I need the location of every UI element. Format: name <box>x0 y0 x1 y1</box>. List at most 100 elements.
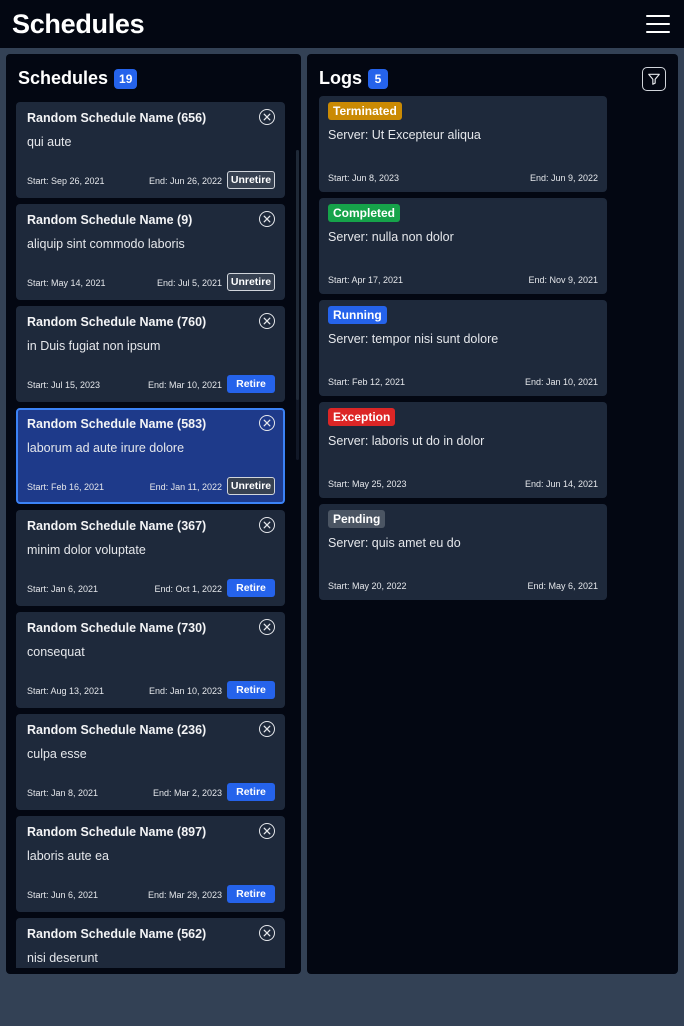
log-server: Server: quis amet eu do <box>328 536 461 550</box>
remove-schedule-icon[interactable] <box>259 517 275 533</box>
schedule-start-date: Start: Jun 6, 2021 <box>27 890 99 900</box>
retire-button[interactable]: Retire <box>227 375 275 393</box>
status-badge: Exception <box>328 408 396 426</box>
remove-schedule-icon[interactable] <box>259 925 275 941</box>
schedule-end-date: End: Mar 2, 2023 <box>152 788 222 798</box>
log-end-date: End: Jan 10, 2021 <box>524 377 598 387</box>
retire-button[interactable]: Retire <box>227 579 275 597</box>
schedule-description: minim dolor voluptate <box>27 543 146 557</box>
log-card[interactable]: Terminated Server: Ut Excepteur aliqua Sta… <box>319 96 607 192</box>
schedule-name: Random Schedule Name (562) <box>27 927 207 941</box>
retire-button[interactable]: Retire <box>227 885 275 903</box>
log-end-date: End: Jun 9, 2022 <box>529 173 598 183</box>
unretire-button[interactable]: Unretire <box>227 171 275 189</box>
unretire-button[interactable]: Unretire <box>227 273 275 291</box>
status-badge: Terminated <box>328 102 402 120</box>
schedule-card[interactable]: Random Schedule Name (760) in Duis fugiat… <box>16 306 285 402</box>
schedule-card[interactable]: Random Schedule Name (730) consequat Start… <box>16 612 285 708</box>
x-icon <box>263 725 271 733</box>
schedule-start-date: Start: Jul 15, 2023 <box>27 380 101 390</box>
schedule-list: Random Schedule Name (656) qui aute Start:… <box>16 102 294 968</box>
schedule-card[interactable]: Random Schedule Name (9) aliquip sint com… <box>16 204 285 300</box>
schedule-card[interactable]: Random Schedule Name (367) minim dolor vo… <box>16 510 285 606</box>
status-badge: Completed <box>328 204 401 222</box>
x-icon <box>263 827 271 835</box>
schedule-start-date: Start: May 14, 2021 <box>27 278 106 288</box>
log-server: Server: nulla non dolor <box>328 230 454 244</box>
funnel-icon <box>648 73 660 85</box>
schedules-header: Schedules 19 <box>18 68 138 89</box>
app-title: Schedules <box>12 8 145 39</box>
schedule-name: Random Schedule Name (730) <box>27 621 207 635</box>
hamburger-menu-icon[interactable] <box>646 15 670 33</box>
schedule-card[interactable]: Random Schedule Name (656) qui aute Start:… <box>16 102 285 198</box>
remove-schedule-icon[interactable] <box>259 109 275 125</box>
logs-count-badge: 5 <box>368 68 388 89</box>
log-card[interactable]: Completed Server: nulla non dolor Start: A… <box>319 198 607 294</box>
log-card[interactable]: Pending Server: quis amet eu do Start: May… <box>319 504 607 600</box>
log-card[interactable]: Running Server: tempor nisi sunt dolore St… <box>319 300 607 396</box>
remove-schedule-icon[interactable] <box>259 823 275 839</box>
log-start-date: Start: Jun 8, 2023 <box>328 173 400 183</box>
schedule-description: culpa esse <box>27 747 87 761</box>
schedule-name: Random Schedule Name (9) <box>27 213 193 227</box>
schedule-description: qui aute <box>27 135 72 149</box>
schedule-description: consequat <box>27 645 85 659</box>
log-card[interactable]: Exception Server: laboris ut do in dolor S… <box>319 402 607 498</box>
filter-button[interactable] <box>642 67 666 91</box>
log-server: Server: Ut Excepteur aliqua <box>328 128 481 142</box>
scrollbar-thumb[interactable] <box>296 150 299 400</box>
schedule-name: Random Schedule Name (656) <box>27 111 207 125</box>
log-server: Server: tempor nisi sunt dolore <box>328 332 499 346</box>
x-icon <box>263 929 271 937</box>
x-icon <box>263 623 271 631</box>
schedule-name: Random Schedule Name (760) <box>27 315 207 329</box>
remove-schedule-icon[interactable] <box>259 415 275 431</box>
schedule-description: in Duis fugiat non ipsum <box>27 339 161 353</box>
schedule-card[interactable]: Random Schedule Name (897) laboris aute e… <box>16 816 285 912</box>
remove-schedule-icon[interactable] <box>259 721 275 737</box>
status-badge: Pending <box>328 510 386 528</box>
unretire-button[interactable]: Unretire <box>227 477 275 495</box>
x-icon <box>263 317 271 325</box>
log-list: Terminated Server: Ut Excepteur aliqua Sta… <box>319 96 607 606</box>
schedule-start-date: Start: Aug 13, 2021 <box>27 686 105 696</box>
x-icon <box>263 419 271 427</box>
schedule-list-scrollbar[interactable] <box>296 150 299 460</box>
schedule-card[interactable]: Random Schedule Name (236) culpa esse Star… <box>16 714 285 810</box>
schedules-title: Schedules <box>18 68 109 88</box>
schedule-start-date: Start: Sep 26, 2021 <box>27 176 105 186</box>
schedule-description: nisi deserunt <box>27 951 98 965</box>
hamburger-line <box>646 31 670 33</box>
schedule-name: Random Schedule Name (236) <box>27 723 207 737</box>
schedule-end-date: End: Jan 11, 2022 <box>149 482 222 492</box>
schedule-description: aliquip sint commodo laboris <box>27 237 185 251</box>
remove-schedule-icon[interactable] <box>259 211 275 227</box>
top-bar: Schedules <box>0 0 684 48</box>
log-server: Server: laboris ut do in dolor <box>328 434 485 448</box>
log-end-date: End: Nov 9, 2021 <box>528 275 598 285</box>
remove-schedule-icon[interactable] <box>259 313 275 329</box>
schedule-end-date: End: Jul 5, 2021 <box>156 278 222 288</box>
schedule-end-date: End: Mar 10, 2021 <box>147 380 222 390</box>
log-start-date: Start: May 25, 2023 <box>328 479 407 489</box>
status-badge: Running <box>328 306 387 324</box>
remove-schedule-icon[interactable] <box>259 619 275 635</box>
logs-header: Logs 5 <box>319 68 388 89</box>
schedule-start-date: Start: Jan 6, 2021 <box>27 584 99 594</box>
schedule-start-date: Start: Jan 8, 2021 <box>27 788 99 798</box>
schedule-name: Random Schedule Name (583) <box>27 417 207 431</box>
retire-button[interactable]: Retire <box>227 681 275 699</box>
logs-title: Logs <box>319 68 362 88</box>
schedule-card[interactable]: Random Schedule Name (562) nisi deserunt <box>16 918 285 968</box>
schedule-name: Random Schedule Name (897) <box>27 825 207 839</box>
retire-button[interactable]: Retire <box>227 783 275 801</box>
schedule-card[interactable]: Random Schedule Name (583) laborum ad aut… <box>16 408 285 504</box>
x-icon <box>263 113 271 121</box>
schedule-end-date: End: Jun 26, 2022 <box>148 176 222 186</box>
schedule-end-date: End: Mar 29, 2023 <box>147 890 222 900</box>
schedule-end-date: End: Jan 10, 2023 <box>148 686 222 696</box>
log-end-date: End: Jun 14, 2021 <box>524 479 598 489</box>
log-start-date: Start: Feb 12, 2021 <box>328 377 406 387</box>
schedule-description: laborum ad aute irure dolore <box>27 441 185 455</box>
